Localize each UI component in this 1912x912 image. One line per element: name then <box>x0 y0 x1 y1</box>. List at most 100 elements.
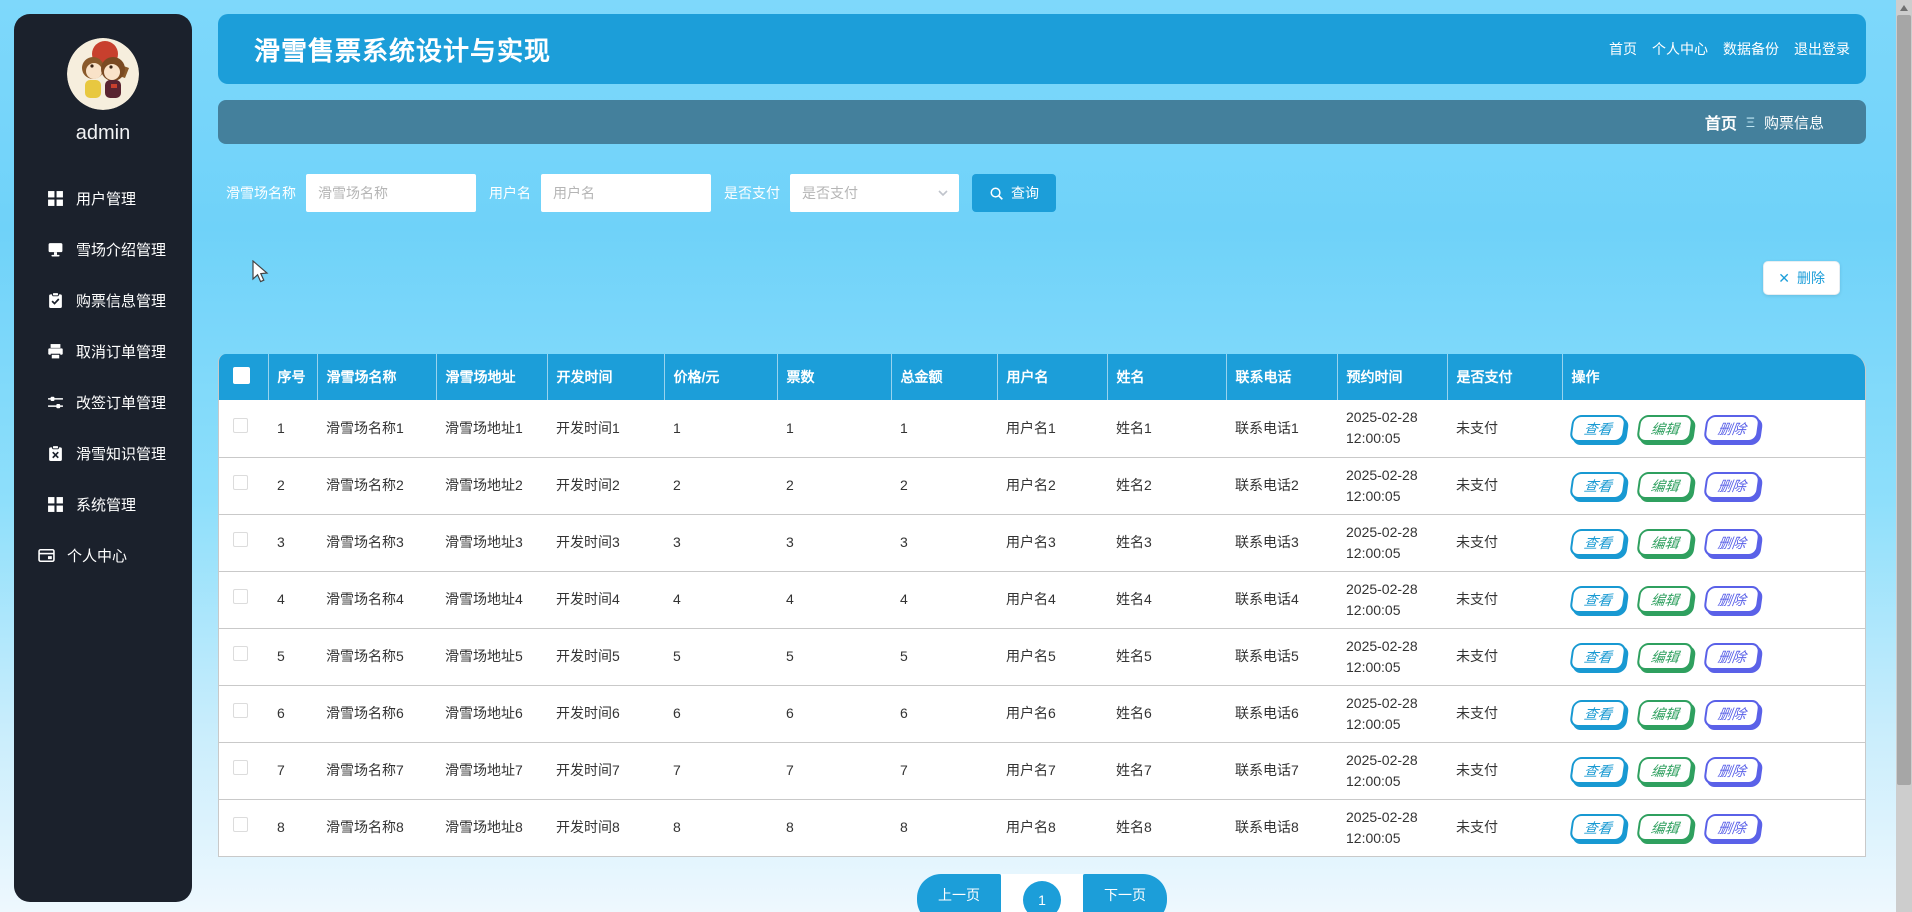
column-header: 操作 <box>1562 354 1866 400</box>
top-nav: 首页个人中心数据备份退出登录 <box>1609 39 1850 59</box>
row-edit-button[interactable]: 编辑 <box>1636 700 1694 727</box>
window-icon <box>38 547 55 564</box>
cell-total: 3 <box>891 514 997 571</box>
cell-tickets: 3 <box>777 514 891 571</box>
nav-link-logout[interactable]: 退出登录 <box>1794 39 1850 59</box>
avatar <box>67 38 139 110</box>
row-checkbox[interactable] <box>233 589 248 604</box>
row-checkbox[interactable] <box>233 475 248 490</box>
cell-dev_time: 开发时间5 <box>547 628 664 685</box>
row-delete-button[interactable]: 删除 <box>1703 643 1761 670</box>
row-edit-button[interactable]: 编辑 <box>1636 529 1694 556</box>
scrollbar-thumb[interactable] <box>1897 15 1911 785</box>
row-delete-button[interactable]: 删除 <box>1703 586 1761 613</box>
cell-realname: 姓名8 <box>1107 799 1226 856</box>
row-delete-button[interactable]: 删除 <box>1703 757 1761 784</box>
row-delete-button[interactable]: 删除 <box>1703 814 1761 841</box>
row-view-button[interactable]: 查看 <box>1569 643 1627 670</box>
row-checkbox[interactable] <box>233 817 248 832</box>
cell-name: 滑雪场名称7 <box>317 742 436 799</box>
nav-link-home[interactable]: 首页 <box>1609 39 1637 59</box>
table-row: 3滑雪场名称3滑雪场地址3开发时间3333用户名3姓名3联系电话32025-02… <box>219 514 1866 571</box>
sidebar-item-ski-knowledge-management[interactable]: 滑雪知识管理 <box>14 428 192 479</box>
cell-paid: 未支付 <box>1447 799 1562 856</box>
row-checkbox[interactable] <box>233 703 248 718</box>
row-checkbox[interactable] <box>233 646 248 661</box>
sidebar-item-system-management[interactable]: 系统管理 <box>14 479 192 530</box>
sidebar-item-cancel-order-management[interactable]: 取消订单管理 <box>14 326 192 377</box>
cell-paid: 未支付 <box>1447 514 1562 571</box>
scroll-up-icon[interactable] <box>1900 5 1908 11</box>
cell-reserve_time: 2025-02-28 12:00:05 <box>1337 742 1447 799</box>
scrollbar[interactable] <box>1896 0 1912 912</box>
breadcrumb-separator-icon: Ξ <box>1746 114 1755 130</box>
search-button[interactable]: 查询 <box>972 174 1056 212</box>
table-row: 7滑雪场名称7滑雪场地址7开发时间7777用户名7姓名7联系电话72025-02… <box>219 742 1866 799</box>
column-header: 联系电话 <box>1226 354 1337 400</box>
sidebar-item-resort-intro-management[interactable]: 雪场介绍管理 <box>14 224 192 275</box>
row-view-button[interactable]: 查看 <box>1569 700 1627 727</box>
row-delete-button[interactable]: 删除 <box>1703 529 1761 556</box>
row-edit-button[interactable]: 编辑 <box>1636 415 1694 442</box>
cell-address: 滑雪场地址5 <box>436 628 547 685</box>
column-header: 价格/元 <box>664 354 777 400</box>
row-edit-button[interactable]: 编辑 <box>1636 643 1694 670</box>
cell-username: 用户名3 <box>997 514 1107 571</box>
prev-page-button[interactable]: 上一页 <box>917 874 1001 912</box>
column-header: 开发时间 <box>547 354 664 400</box>
row-edit-button[interactable]: 编辑 <box>1636 757 1694 784</box>
cell-name: 滑雪场名称5 <box>317 628 436 685</box>
cell-username: 用户名2 <box>997 457 1107 514</box>
username-input[interactable] <box>541 174 711 212</box>
sidebar-item-personal-center[interactable]: 个人中心 <box>14 530 192 581</box>
row-edit-button[interactable]: 编辑 <box>1636 472 1694 499</box>
row-edit-button[interactable]: 编辑 <box>1636 586 1694 613</box>
cell-phone: 联系电话4 <box>1226 571 1337 628</box>
breadcrumb-home[interactable]: 首页 <box>1705 110 1737 134</box>
row-checkbox[interactable] <box>233 532 248 547</box>
data-table: 序号滑雪场名称滑雪场地址开发时间价格/元票数总金额用户名姓名联系电话预约时间是否… <box>218 354 1866 857</box>
row-checkbox[interactable] <box>233 760 248 775</box>
cell-index: 5 <box>268 628 317 685</box>
sidebar-item-rebook-order-management[interactable]: 改签订单管理 <box>14 377 192 428</box>
row-view-button[interactable]: 查看 <box>1569 814 1627 841</box>
resort-name-input[interactable] <box>306 174 476 212</box>
cell-price: 1 <box>664 400 777 457</box>
row-view-button[interactable]: 查看 <box>1569 586 1627 613</box>
app-header: 滑雪售票系统设计与实现 首页个人中心数据备份退出登录 <box>218 14 1866 84</box>
nav-link-personal-center[interactable]: 个人中心 <box>1652 39 1708 59</box>
cell-address: 滑雪场地址3 <box>436 514 547 571</box>
next-page-button[interactable]: 下一页 <box>1083 874 1167 912</box>
row-checkbox[interactable] <box>233 418 248 433</box>
paid-select[interactable]: 是否支付 <box>790 174 959 212</box>
cell-price: 7 <box>664 742 777 799</box>
filter-label-user: 用户名 <box>489 183 531 203</box>
cell-index: 6 <box>268 685 317 742</box>
row-view-button[interactable]: 查看 <box>1569 529 1627 556</box>
row-view-button[interactable]: 查看 <box>1569 472 1627 499</box>
row-view-button[interactable]: 查看 <box>1569 757 1627 784</box>
sidebar-item-ticket-info-management[interactable]: 购票信息管理 <box>14 275 192 326</box>
delete-button[interactable]: ✕ 删除 <box>1763 261 1840 295</box>
cell-username: 用户名1 <box>997 400 1107 457</box>
row-delete-button[interactable]: 删除 <box>1703 472 1761 499</box>
page-title: 滑雪售票系统设计与实现 <box>254 31 551 68</box>
filter-label-paid: 是否支付 <box>724 183 780 203</box>
search-icon <box>989 186 1004 201</box>
cell-reserve_time: 2025-02-28 12:00:05 <box>1337 628 1447 685</box>
sidebar-item-label: 用户管理 <box>76 188 136 209</box>
select-all-checkbox[interactable] <box>233 367 250 384</box>
page-indicator: 1 <box>1001 874 1083 912</box>
row-edit-button[interactable]: 编辑 <box>1636 814 1694 841</box>
row-delete-button[interactable]: 删除 <box>1703 700 1761 727</box>
row-delete-button[interactable]: 删除 <box>1703 415 1761 442</box>
sidebar: admin 用户管理雪场介绍管理购票信息管理取消订单管理改签订单管理滑雪知识管理… <box>14 14 192 902</box>
row-view-button[interactable]: 查看 <box>1569 415 1627 442</box>
delete-button-label: 删除 <box>1797 268 1825 288</box>
cell-phone: 联系电话3 <box>1226 514 1337 571</box>
cell-total: 2 <box>891 457 997 514</box>
nav-link-data-backup[interactable]: 数据备份 <box>1723 39 1779 59</box>
cell-dev_time: 开发时间8 <box>547 799 664 856</box>
sidebar-item-user-management[interactable]: 用户管理 <box>14 173 192 224</box>
current-page[interactable]: 1 <box>1023 881 1061 912</box>
